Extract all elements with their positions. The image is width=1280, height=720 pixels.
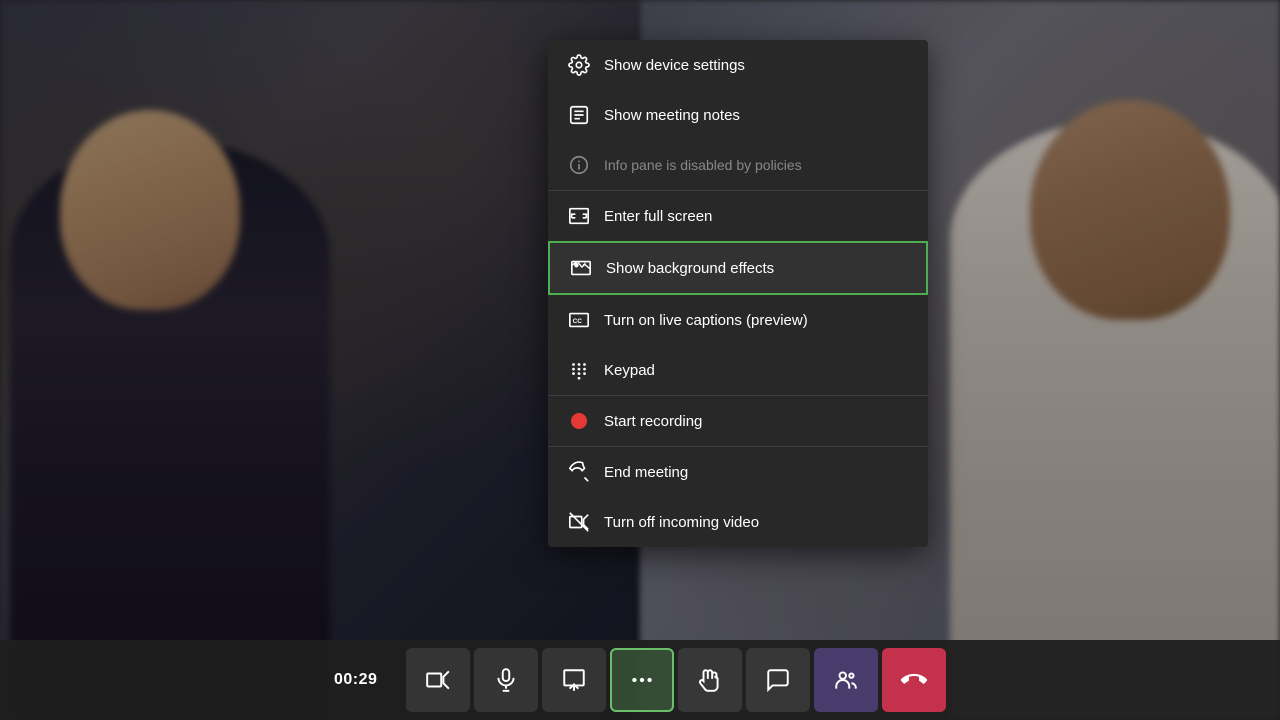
menu-label-end-meeting: End meeting bbox=[604, 464, 688, 481]
menu-label-full-screen: Enter full screen bbox=[604, 208, 712, 225]
keypad-icon bbox=[568, 359, 590, 381]
menu-label-meeting-notes: Show meeting notes bbox=[604, 107, 740, 124]
end-call-icon bbox=[901, 667, 927, 693]
menu-label-recording: Start recording bbox=[604, 413, 702, 430]
menu-label-bg-effects: Show background effects bbox=[606, 260, 774, 277]
chat-icon bbox=[765, 667, 791, 693]
chat-button[interactable] bbox=[746, 648, 810, 712]
end-call-button[interactable] bbox=[882, 648, 946, 712]
raise-hand-button[interactable] bbox=[678, 648, 742, 712]
share-button[interactable] bbox=[542, 648, 606, 712]
menu-item-device-settings[interactable]: Show device settings bbox=[548, 40, 928, 90]
menu-item-keypad[interactable]: Keypad bbox=[548, 345, 928, 395]
call-timer: 00:29 bbox=[334, 671, 394, 689]
context-menu: Show device settings Show meeting notes … bbox=[548, 40, 928, 547]
share-icon bbox=[561, 667, 587, 693]
gear-icon bbox=[568, 54, 590, 76]
end-meeting-icon bbox=[568, 461, 590, 483]
toolbar: 00:29 bbox=[0, 640, 1280, 720]
menu-item-recording[interactable]: Start recording bbox=[548, 396, 928, 446]
people-button[interactable] bbox=[814, 648, 878, 712]
video-button[interactable] bbox=[406, 648, 470, 712]
video-icon bbox=[425, 667, 451, 693]
menu-item-full-screen[interactable]: Enter full screen bbox=[548, 191, 928, 241]
people-icon bbox=[833, 667, 859, 693]
more-icon bbox=[629, 667, 655, 693]
menu-item-info-pane: Info pane is disabled by policies bbox=[548, 140, 928, 190]
menu-label-live-captions: Turn on live captions (preview) bbox=[604, 312, 808, 329]
effects-icon bbox=[570, 257, 592, 279]
video-off-icon bbox=[568, 511, 590, 533]
record-dot bbox=[571, 413, 587, 429]
more-options-button[interactable] bbox=[610, 648, 674, 712]
svg-text:CC: CC bbox=[573, 318, 583, 325]
menu-item-meeting-notes[interactable]: Show meeting notes bbox=[548, 90, 928, 140]
hand-icon bbox=[697, 667, 723, 693]
menu-label-turn-off-video: Turn off incoming video bbox=[604, 514, 759, 531]
menu-item-end-meeting[interactable]: End meeting bbox=[548, 447, 928, 497]
menu-item-turn-off-video[interactable]: Turn off incoming video bbox=[548, 497, 928, 547]
menu-label-keypad: Keypad bbox=[604, 362, 655, 379]
menu-label-device-settings: Show device settings bbox=[604, 57, 745, 74]
mic-button[interactable] bbox=[474, 648, 538, 712]
menu-item-live-captions[interactable]: CC Turn on live captions (preview) bbox=[548, 295, 928, 345]
menu-item-bg-effects[interactable]: Show background effects bbox=[548, 241, 928, 295]
info-icon bbox=[568, 154, 590, 176]
fullscreen-icon bbox=[568, 205, 590, 227]
record-icon bbox=[568, 410, 590, 432]
notes-icon bbox=[568, 104, 590, 126]
captions-icon: CC bbox=[568, 309, 590, 331]
menu-label-info-pane: Info pane is disabled by policies bbox=[604, 157, 802, 173]
mic-icon bbox=[493, 667, 519, 693]
